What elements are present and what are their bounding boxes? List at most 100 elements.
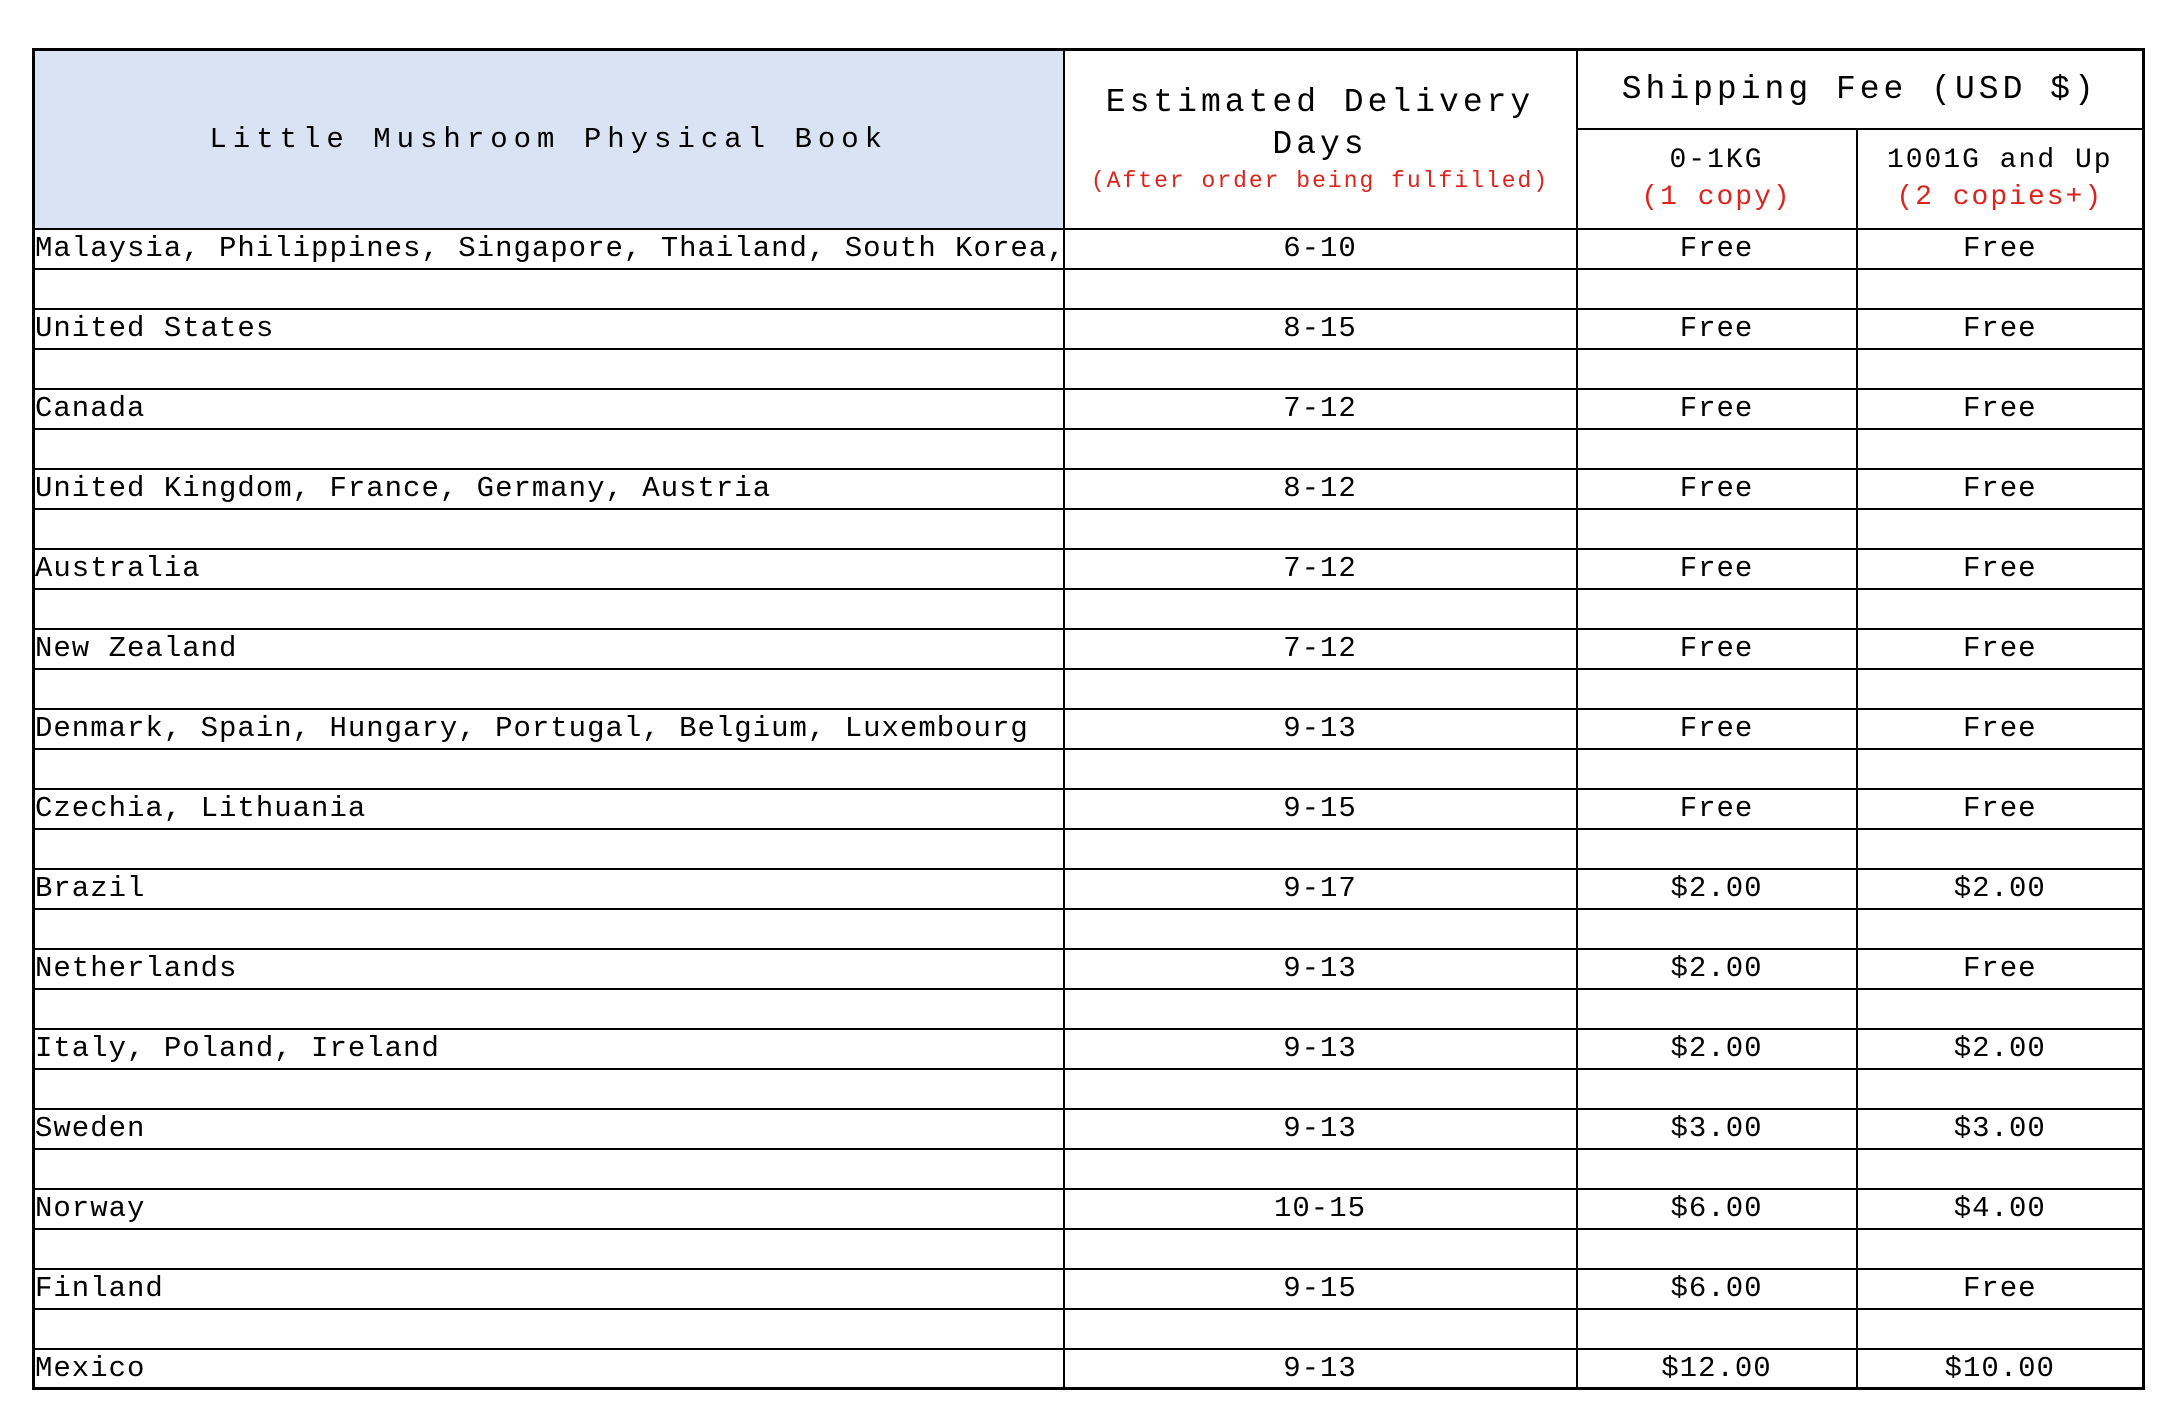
delivery-days-cell: 9-15 [1064,789,1577,829]
spacer-row [34,1069,2144,1109]
table-row: Netherlands 9-13 $2.00 Free [34,949,2144,989]
table-row: Italy, Poland, Ireland 9-13 $2.00 $2.00 [34,1029,2144,1069]
spacer-row [34,749,2144,789]
fee-0-1kg-cell: Free [1577,469,1857,509]
fee-1001g-up-cell: Free [1857,709,2144,749]
spacer-row [34,1229,2144,1269]
spacer-row [34,669,2144,709]
header-fee-0-1kg-label: 0-1KG [1578,142,1856,180]
country-cell: Australia [34,549,1064,589]
country-cell: Czechia, Lithuania [34,789,1064,829]
table-row: Finland 9-15 $6.00 Free [34,1269,2144,1309]
spacer-row [34,269,2144,309]
fee-0-1kg-cell: Free [1577,309,1857,349]
table-row: Malaysia, Philippines, Singapore, Thaila… [34,229,2144,269]
header-fee-1001g-up: 1001G and Up (2 copies+) [1857,129,2144,229]
fee-0-1kg-cell: $6.00 [1577,1269,1857,1309]
fee-1001g-up-cell: Free [1857,229,2144,269]
delivery-days-cell: 9-13 [1064,949,1577,989]
country-cell: Denmark, Spain, Hungary, Portugal, Belgi… [34,709,1064,749]
spacer-row [34,829,2144,869]
country-cell: Sweden [34,1109,1064,1149]
country-cell: Brazil [34,869,1064,909]
table-row: Brazil 9-17 $2.00 $2.00 [34,869,2144,909]
fee-1001g-up-cell: $4.00 [1857,1189,2144,1229]
delivery-days-cell: 9-17 [1064,869,1577,909]
delivery-days-cell: 9-13 [1064,709,1577,749]
fee-0-1kg-cell: $12.00 [1577,1349,1857,1389]
delivery-days-cell: 9-13 [1064,1109,1577,1149]
fee-1001g-up-cell: $2.00 [1857,869,2144,909]
country-cell: United States [34,309,1064,349]
fee-1001g-up-cell: $3.00 [1857,1109,2144,1149]
header-fee-1001g-up-label: 1001G and Up [1858,142,2143,180]
header-fee-1001g-up-note: (2 copies+) [1858,180,2143,216]
fee-1001g-up-cell: $10.00 [1857,1349,2144,1389]
delivery-days-cell: 9-13 [1064,1029,1577,1069]
fee-0-1kg-cell: Free [1577,389,1857,429]
fee-0-1kg-cell: $2.00 [1577,1029,1857,1069]
table-row: Denmark, Spain, Hungary, Portugal, Belgi… [34,709,2144,749]
spacer-row [34,589,2144,629]
header-fee-0-1kg: 0-1KG (1 copy) [1577,129,1857,229]
fee-1001g-up-cell: Free [1857,549,2144,589]
spacer-row [34,1309,2144,1349]
country-cell: Mexico [34,1349,1064,1389]
fee-1001g-up-cell: $2.00 [1857,1029,2144,1069]
spacer-row [34,909,2144,949]
table-row: Sweden 9-13 $3.00 $3.00 [34,1109,2144,1149]
table-row: Norway 10-15 $6.00 $4.00 [34,1189,2144,1229]
fee-1001g-up-cell: Free [1857,309,2144,349]
fee-0-1kg-cell: Free [1577,629,1857,669]
table-row: United Kingdom, France, Germany, Austria… [34,469,2144,509]
delivery-days-cell: 8-15 [1064,309,1577,349]
shipping-table: Little Mushroom Physical Book Estimated … [32,48,2145,1390]
fee-1001g-up-cell: Free [1857,389,2144,429]
header-fee-0-1kg-note: (1 copy) [1578,180,1856,216]
fee-1001g-up-cell: Free [1857,949,2144,989]
country-cell: Netherlands [34,949,1064,989]
country-cell: Canada [34,389,1064,429]
fee-1001g-up-cell: Free [1857,469,2144,509]
spacer-row [34,1149,2144,1189]
country-cell: New Zealand [34,629,1064,669]
fee-0-1kg-cell: $2.00 [1577,869,1857,909]
table-row: United States 8-15 Free Free [34,309,2144,349]
fee-0-1kg-cell: Free [1577,549,1857,589]
delivery-days-cell: 9-15 [1064,1269,1577,1309]
fee-0-1kg-cell: $3.00 [1577,1109,1857,1149]
country-cell: Norway [34,1189,1064,1229]
delivery-days-cell: 10-15 [1064,1189,1577,1229]
delivery-days-cell: 8-12 [1064,469,1577,509]
delivery-days-cell: 7-12 [1064,629,1577,669]
table-row: Mexico 9-13 $12.00 $10.00 [34,1349,2144,1389]
country-cell: Italy, Poland, Ireland [34,1029,1064,1069]
country-cell: United Kingdom, France, Germany, Austria [34,469,1064,509]
table-body: Malaysia, Philippines, Singapore, Thaila… [34,229,2144,1389]
fee-0-1kg-cell: Free [1577,229,1857,269]
header-book-title: Little Mushroom Physical Book [34,50,1064,229]
country-cell: Malaysia, Philippines, Singapore, Thaila… [34,229,1064,269]
country-cell: Finland [34,1269,1064,1309]
fee-0-1kg-cell: Free [1577,709,1857,749]
header-delivery-days-label: Estimated Delivery Days [1065,82,1576,166]
fee-0-1kg-cell: $2.00 [1577,949,1857,989]
table-row: Czechia, Lithuania 9-15 Free Free [34,789,2144,829]
table-row: Australia 7-12 Free Free [34,549,2144,589]
header-delivery-days-note: (After order being fulfilled) [1065,166,1576,196]
header-shipping-fee-group: Shipping Fee (USD $) [1577,50,2144,129]
table-row: New Zealand 7-12 Free Free [34,629,2144,669]
page: Little Mushroom Physical Book Estimated … [0,0,2173,1420]
delivery-days-cell: 7-12 [1064,549,1577,589]
fee-0-1kg-cell: $6.00 [1577,1189,1857,1229]
spacer-row [34,989,2144,1029]
delivery-days-cell: 6-10 [1064,229,1577,269]
fee-1001g-up-cell: Free [1857,1269,2144,1309]
spacer-row [34,429,2144,469]
delivery-days-cell: 9-13 [1064,1349,1577,1389]
fee-1001g-up-cell: Free [1857,629,2144,669]
fee-1001g-up-cell: Free [1857,789,2144,829]
header-delivery-days: Estimated Delivery Days (After order bei… [1064,50,1577,229]
delivery-days-cell: 7-12 [1064,389,1577,429]
fee-0-1kg-cell: Free [1577,789,1857,829]
